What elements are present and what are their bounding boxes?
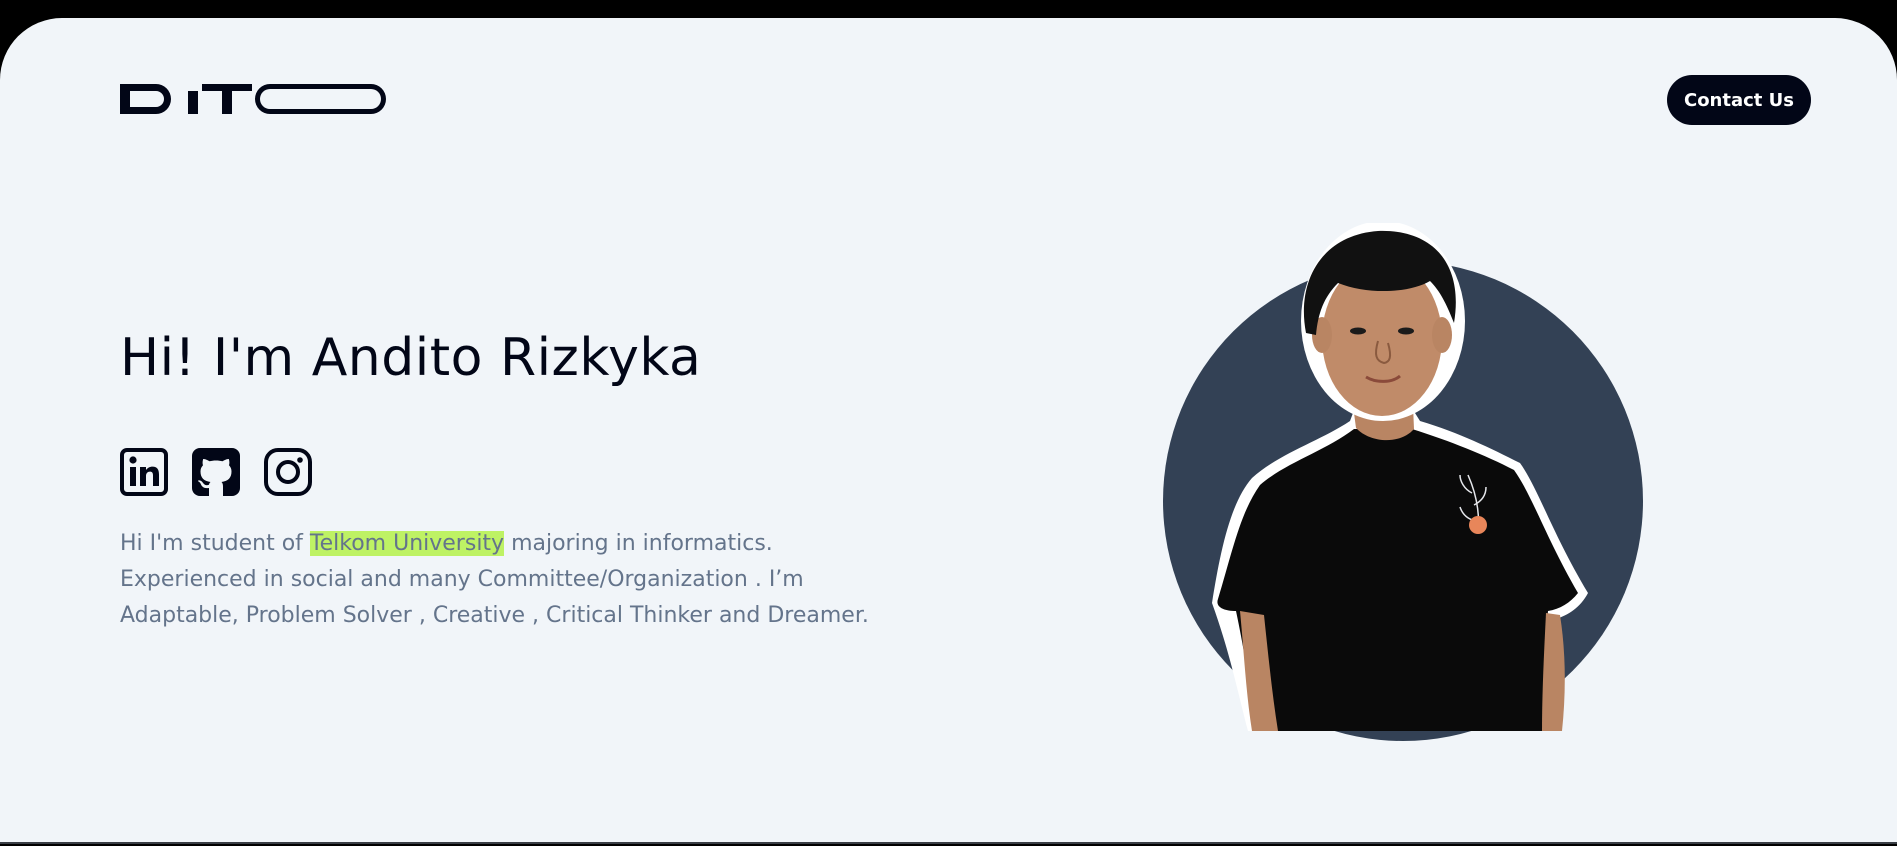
bio-line3: Adaptable, Problem Solver , Creative , C… [120,603,869,628]
bio-text: Hi I'm student of Telkom University majo… [120,526,920,634]
dito-logo[interactable] [120,84,386,114]
contact-us-button[interactable]: Contact Us [1667,75,1811,125]
bio-line2: Experienced in social and many Committee… [120,567,804,592]
github-icon [192,448,240,496]
profile-photo [1163,223,1643,741]
linkedin-icon [120,448,168,496]
bottom-divider [0,842,1897,844]
page-container: Contact Us Hi! I'm Andito Rizkyka Hi I'm… [0,18,1897,844]
instagram-icon [264,448,312,496]
hero-title: Hi! I'm Andito Rizkyka [120,328,702,388]
social-links [120,448,312,496]
instagram-link[interactable] [264,448,312,496]
highlight-university: Telkom University [309,531,505,556]
bio-line1-rest: majoring in informatics. [504,531,773,556]
linkedin-link[interactable] [120,448,168,496]
github-link[interactable] [192,448,240,496]
bio-prefix: Hi I'm student of [120,531,310,556]
